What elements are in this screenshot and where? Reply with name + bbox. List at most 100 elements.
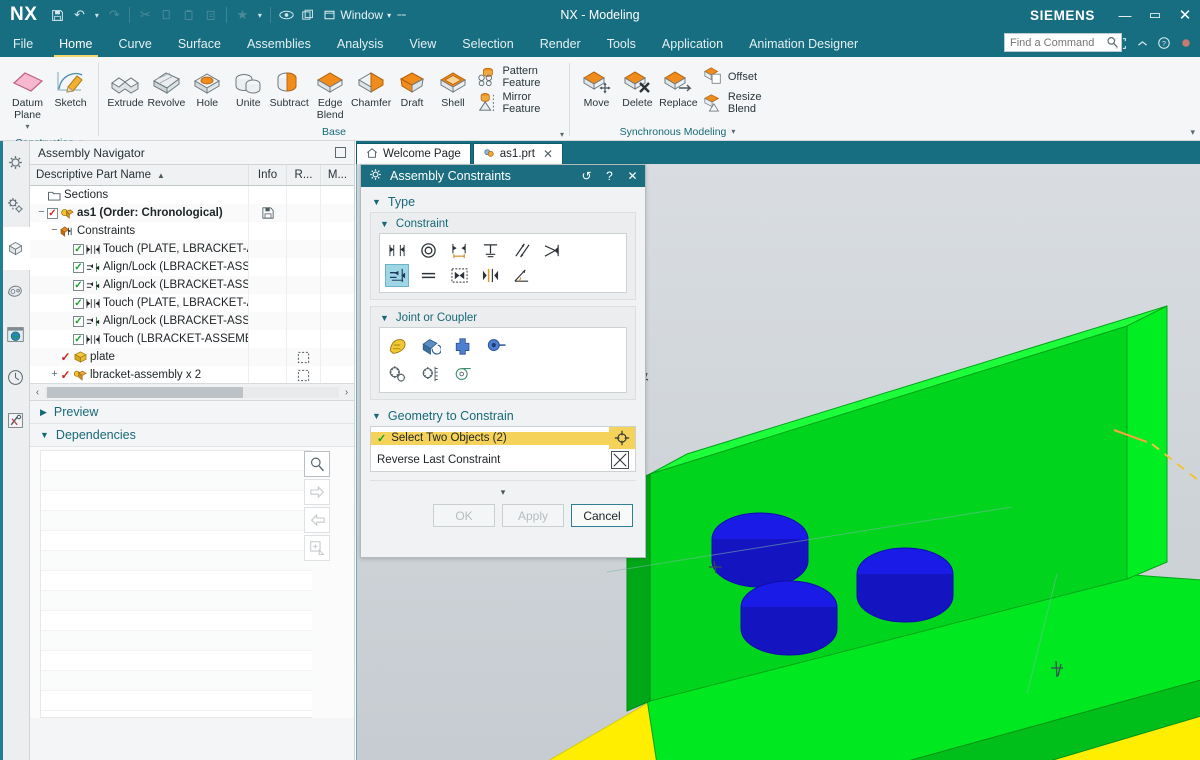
table-row[interactable]: Touch (PLATE, LBRACKET-A... bbox=[30, 240, 354, 258]
tile-windows-icon[interactable] bbox=[297, 3, 319, 27]
edge-blend-button[interactable]: Edge Blend bbox=[310, 61, 351, 123]
assembly-navigator-tree[interactable]: Sections − as1 (Order: Chronological) − Cons… bbox=[30, 186, 354, 384]
chamfer-button[interactable]: Chamfer bbox=[351, 61, 392, 111]
constraint-align-lock-icon[interactable] bbox=[385, 264, 409, 287]
roles-icon[interactable] bbox=[0, 399, 30, 442]
undo-dropdown-icon[interactable]: ▾ bbox=[90, 3, 103, 27]
find-dependencies-icon[interactable] bbox=[304, 451, 330, 477]
tab-selection[interactable]: Selection bbox=[449, 31, 526, 57]
joint-expander-icon[interactable]: ▼ bbox=[380, 313, 389, 323]
constraint-touch-align-icon[interactable] bbox=[386, 240, 408, 261]
collapse-ribbon-icon[interactable] bbox=[1132, 33, 1152, 53]
row-expander-icon[interactable] bbox=[49, 352, 60, 363]
joint-cylindrical-icon[interactable] bbox=[485, 336, 507, 357]
row-checkbox[interactable] bbox=[73, 297, 84, 309]
dependencies-section-header[interactable]: ▼ Dependencies bbox=[30, 424, 354, 447]
dialog-more-options-caret-icon[interactable]: ▾ bbox=[370, 480, 636, 501]
mirror-feature-button[interactable]: Mirror Feature bbox=[473, 90, 563, 116]
save-icon[interactable] bbox=[46, 3, 68, 27]
row-checkmark-icon[interactable]: ✓ bbox=[60, 369, 71, 381]
scrollbar-thumb[interactable] bbox=[47, 386, 243, 398]
draft-button[interactable]: Draft bbox=[392, 61, 433, 111]
row-expander-icon[interactable] bbox=[62, 334, 73, 345]
scrollbar-track[interactable] bbox=[45, 386, 339, 398]
row-expander-icon[interactable] bbox=[62, 316, 73, 327]
qat-overflow-icon[interactable]: ⩵ bbox=[395, 3, 408, 27]
tab-animation-designer[interactable]: Animation Designer bbox=[736, 31, 871, 57]
row-checkmark-icon[interactable]: ✓ bbox=[60, 351, 71, 363]
extrude-button[interactable]: Extrude bbox=[105, 61, 146, 111]
list-item[interactable] bbox=[41, 671, 312, 691]
sketch-button[interactable]: Sketch bbox=[49, 61, 92, 111]
close-icon[interactable]: ✕ bbox=[543, 147, 553, 161]
help-icon[interactable]: ? bbox=[1154, 33, 1174, 53]
constraint-concentric-icon[interactable] bbox=[417, 240, 439, 261]
row-expander-icon[interactable] bbox=[62, 298, 73, 309]
scroll-right-icon[interactable]: › bbox=[339, 387, 354, 398]
scroll-left-icon[interactable]: ‹ bbox=[30, 387, 45, 398]
list-item[interactable] bbox=[41, 491, 312, 511]
list-item[interactable] bbox=[41, 591, 312, 611]
close-button[interactable]: ✕ bbox=[1170, 0, 1200, 30]
ribbon-collapse-caret-icon[interactable]: ▾ bbox=[1190, 127, 1195, 138]
list-item[interactable] bbox=[41, 651, 312, 671]
list-item[interactable] bbox=[41, 471, 312, 491]
constraint-center-icon[interactable] bbox=[479, 265, 501, 286]
list-item[interactable] bbox=[41, 691, 312, 711]
table-row[interactable]: Align/Lock (LBRACKET-ASS... bbox=[30, 312, 354, 330]
history-icon[interactable] bbox=[0, 356, 30, 399]
replace-face-button[interactable]: Replace bbox=[658, 61, 699, 111]
row-expander-icon[interactable]: − bbox=[49, 225, 60, 237]
column-header-modified[interactable]: M... bbox=[320, 165, 354, 185]
assembly-navigator-icon[interactable] bbox=[0, 184, 30, 227]
web-browser-icon[interactable] bbox=[0, 313, 30, 356]
constraint-bond-icon[interactable] bbox=[448, 265, 470, 286]
visibility-icon[interactable] bbox=[275, 3, 297, 27]
hole-button[interactable]: Hole bbox=[187, 61, 228, 111]
table-row[interactable]: Align/Lock (LBRACKET-ASS... bbox=[30, 258, 354, 276]
constraint-subsection-header[interactable]: ▼ Constraint bbox=[371, 216, 635, 233]
row-expander-icon[interactable]: + bbox=[49, 369, 60, 381]
list-item[interactable] bbox=[41, 551, 312, 571]
row-expander-icon[interactable] bbox=[62, 262, 73, 273]
list-item[interactable] bbox=[41, 511, 312, 531]
geometry-expander-icon[interactable]: ▼ bbox=[372, 411, 381, 421]
subtract-button[interactable]: Subtract bbox=[269, 61, 310, 111]
reuse-library-icon[interactable] bbox=[0, 270, 30, 313]
delete-face-button[interactable]: Delete bbox=[617, 61, 658, 111]
constraint-parallel-icon[interactable] bbox=[510, 240, 532, 261]
type-expander-icon[interactable]: ▼ bbox=[372, 197, 381, 207]
joint-slider-icon[interactable] bbox=[452, 336, 474, 357]
row-checkbox[interactable] bbox=[73, 333, 84, 345]
tab-surface[interactable]: Surface bbox=[165, 31, 234, 57]
constraint-distance-icon[interactable] bbox=[448, 240, 470, 261]
synchronous-group-caret-icon[interactable]: ▾ bbox=[731, 124, 735, 140]
joint-subsection-header[interactable]: ▼ Joint or Coupler bbox=[371, 310, 635, 327]
offset-region-button[interactable]: Offset bbox=[699, 64, 779, 90]
pattern-feature-button[interactable]: Pattern Feature bbox=[473, 64, 563, 90]
row-checkbox[interactable] bbox=[73, 279, 84, 291]
table-row[interactable]: ✓ plate bbox=[30, 348, 354, 366]
tab-render[interactable]: Render bbox=[527, 31, 594, 57]
list-item[interactable] bbox=[41, 571, 312, 591]
dependencies-list[interactable] bbox=[40, 450, 312, 718]
list-item[interactable] bbox=[41, 631, 312, 651]
maximize-button[interactable]: ▭ bbox=[1140, 0, 1170, 30]
search-box[interactable] bbox=[1004, 33, 1122, 52]
row-checkbox[interactable] bbox=[73, 315, 84, 327]
tab-welcome-page[interactable]: Welcome Page bbox=[356, 143, 471, 164]
unite-button[interactable]: Unite bbox=[228, 61, 269, 111]
constraint-fix-icon[interactable] bbox=[479, 240, 501, 261]
base-group-caret-icon[interactable]: ▾ bbox=[560, 130, 564, 139]
dialog-reset-icon[interactable]: ↺ bbox=[578, 169, 595, 183]
search-input[interactable] bbox=[1010, 36, 1106, 49]
list-item[interactable] bbox=[41, 451, 312, 471]
part-navigator-icon[interactable] bbox=[0, 141, 30, 184]
dialog-close-icon[interactable]: ✕ bbox=[624, 169, 641, 183]
column-header-info[interactable]: Info bbox=[248, 165, 286, 185]
tab-as1-prt[interactable]: as1.prt ✕ bbox=[472, 143, 564, 164]
table-row[interactable]: + ✓ lbracket-assembly x 2 bbox=[30, 366, 354, 383]
coupler-rack-pinion-icon[interactable] bbox=[419, 364, 441, 385]
preview-expander-icon[interactable]: ▶ bbox=[40, 407, 47, 418]
table-row[interactable]: Touch (LBRACKET-ASSEMB... bbox=[30, 330, 354, 348]
